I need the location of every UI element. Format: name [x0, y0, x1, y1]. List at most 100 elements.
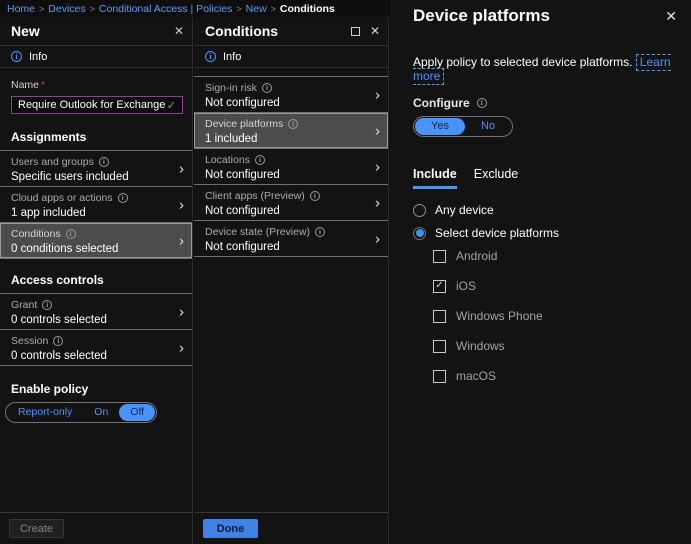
info-icon: i [315, 227, 326, 237]
maximize-icon[interactable] [350, 26, 360, 36]
enable-policy-toggle: Report-only On Off [5, 402, 158, 423]
done-button[interactable]: Done [203, 519, 258, 538]
info-icon: i [261, 83, 272, 93]
radio-label: Any device [435, 203, 494, 217]
chevron-right-icon: › [179, 160, 184, 177]
configure-label: Configure [413, 96, 470, 110]
toggle-option-yes[interactable]: Yes [415, 118, 465, 135]
close-icon[interactable]: ✕ [174, 25, 184, 37]
list-item[interactable]: Device platforms i 1 included › [194, 113, 388, 149]
checkbox-row[interactable]: Windows [433, 339, 677, 353]
list-item[interactable]: Client apps (Preview) i Not configured › [194, 185, 388, 221]
toggle-option-on[interactable]: On [83, 404, 119, 421]
device-platforms-header: Device platforms ✕ [413, 6, 677, 26]
list-item[interactable]: Locations i Not configured › [194, 149, 388, 185]
info-icon: i [98, 157, 109, 167]
checkbox[interactable] [433, 249, 446, 263]
chevron-right-icon: › [179, 196, 184, 213]
list-item-label-row: Device state (Preview) i [205, 226, 364, 238]
breadcrumb-link[interactable]: Conditional Access | Policies [99, 3, 232, 15]
radio-button[interactable] [413, 226, 426, 240]
list-item-value: Specific users included [11, 171, 129, 183]
toggle-option-no[interactable]: No [465, 118, 511, 135]
list-item-label: Device state (Preview) [205, 226, 311, 238]
platform-checkbox-list: Android ✓ iOS Windows Phone Windows macOS [433, 249, 677, 383]
list-item[interactable]: Sign-in risk i Not configured › [194, 77, 388, 113]
radio-row[interactable]: Select device platforms [413, 225, 677, 241]
list-item-value: 0 conditions selected [11, 243, 119, 255]
list-item-label-row: Users and groups i [11, 156, 168, 168]
chevron-right-icon: › [375, 158, 380, 175]
close-icon[interactable]: ✕ [665, 8, 677, 25]
tab-include[interactable]: Include [413, 167, 457, 189]
tab-exclude[interactable]: Exclude [474, 167, 518, 189]
checkbox[interactable] [433, 309, 446, 323]
list-item-label: Conditions [11, 228, 61, 240]
required-asterisk: * [41, 79, 46, 91]
chevron-right-icon: › [375, 122, 380, 139]
section-heading: Access controls [11, 273, 104, 287]
list-item-label-row: Client apps (Preview) i [205, 190, 364, 202]
checkbox-row[interactable]: Android [433, 249, 677, 263]
checkbox[interactable]: ✓ [433, 279, 446, 293]
list-item[interactable]: Session i 0 controls selected › [0, 330, 192, 366]
info-icon: i [65, 229, 76, 239]
list-item-value: 0 controls selected [11, 314, 107, 326]
include-exclude-tabs: Include Exclude [413, 167, 677, 189]
radio-row[interactable]: Any device [413, 202, 677, 218]
breadcrumb-link[interactable]: Devices [48, 3, 85, 15]
breadcrumb-link[interactable]: New [246, 3, 267, 15]
checkbox-row[interactable]: Windows Phone [433, 309, 677, 323]
list-item[interactable]: Cloud apps or actions i 1 app included › [0, 187, 192, 223]
checkbox-row[interactable]: macOS [433, 369, 677, 383]
divider [194, 67, 388, 68]
new-panel-sections: Assignments Users and groups i Specific use… [0, 130, 192, 366]
close-icon[interactable]: ✕ [370, 25, 380, 37]
chevron-right-icon: › [179, 339, 184, 356]
panel-conditions: Conditions ✕ i Info Sign-in risk i Not con… [194, 17, 389, 544]
breadcrumb-separator: > [39, 3, 45, 14]
enable-policy-block: Enable policy Report-only On Off [0, 382, 192, 423]
section-heading: Assignments [11, 130, 87, 144]
list-item[interactable]: Grant i 0 controls selected › [0, 294, 192, 330]
info-banner[interactable]: i Info [0, 46, 192, 67]
checkbox-label: Windows [456, 339, 505, 353]
panel-conditions-header: Conditions ✕ [194, 17, 388, 45]
panel-device-platforms: Device platforms ✕ Apply policy to selec… [390, 0, 691, 544]
breadcrumb-link[interactable]: Home [7, 3, 35, 15]
name-input[interactable]: Require Outlook for Exchange ✓ [11, 96, 183, 114]
list-item-value: Not configured [205, 169, 280, 181]
breadcrumb-separator: > [89, 3, 95, 14]
list-item-label: Cloud apps or actions [11, 192, 113, 204]
info-icon: i [11, 51, 22, 62]
list-item[interactable]: Device state (Preview) i Not configured › [194, 221, 388, 257]
checkbox-label: iOS [456, 279, 477, 293]
device-platforms-title: Device platforms [413, 6, 550, 25]
chevron-right-icon: › [179, 303, 184, 320]
toggle-option-off[interactable]: Off [119, 404, 156, 421]
info-banner[interactable]: i Info [194, 46, 388, 67]
list-item-label: Users and groups [11, 156, 94, 168]
panel-conditions-footer: Done [194, 512, 388, 544]
list-item-label-row: Locations i [205, 154, 364, 166]
conditions-list: Sign-in risk i Not configured › Device platf… [194, 76, 388, 257]
panel-new-title: New [11, 23, 40, 39]
radio-button[interactable] [413, 203, 426, 217]
checkbox[interactable] [433, 369, 446, 383]
list-item-label-row: Device platforms i [205, 118, 364, 130]
info-label: Info [29, 50, 48, 63]
breadcrumb-separator: > [236, 3, 242, 14]
list-item-value: 1 included [205, 133, 258, 145]
list-item[interactable]: Conditions i 0 conditions selected › [0, 223, 192, 259]
configure-row: Configure i [413, 96, 677, 110]
list-item-label-row: Conditions i [11, 228, 168, 240]
name-field-block: Name * Require Outlook for Exchange ✓ [0, 68, 192, 114]
list-item-value: Not configured [205, 97, 280, 109]
toggle-option-report-only[interactable]: Report-only [7, 404, 83, 421]
list-item[interactable]: Users and groups i Specific users included… [0, 151, 192, 187]
checkbox-row[interactable]: ✓ iOS [433, 279, 677, 293]
list-item-label-row: Sign-in risk i [205, 82, 364, 94]
checkbox[interactable] [433, 339, 446, 353]
list-item-label-row: Cloud apps or actions i [11, 192, 168, 204]
create-button[interactable]: Create [9, 519, 64, 538]
